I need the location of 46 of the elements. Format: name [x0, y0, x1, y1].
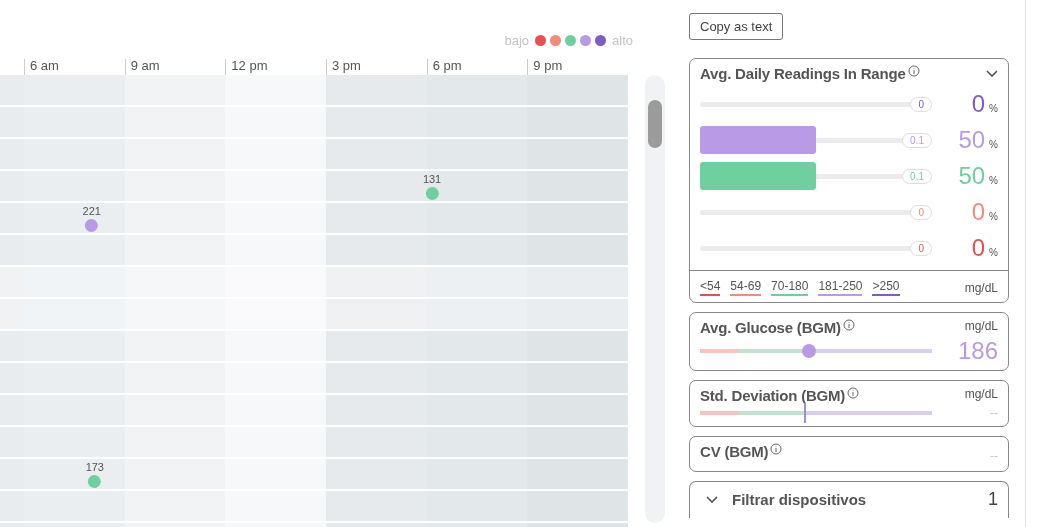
- card-title: Avg. Daily Readings In Range: [700, 65, 906, 82]
- value-pill: 0: [910, 240, 932, 256]
- percent-unit: %: [989, 211, 998, 222]
- percent-value: 0: [971, 199, 986, 225]
- chevron-icon[interactable]: [706, 495, 718, 504]
- percent-value: 0: [971, 91, 986, 117]
- device-filter[interactable]: Filtrar dispositivos 1: [689, 481, 1009, 518]
- range-label: 181-250: [818, 279, 863, 296]
- value-pill: 0.1: [902, 132, 932, 148]
- percent-value: 50: [958, 163, 986, 189]
- empty-value: --: [990, 448, 998, 463]
- card-title: Std. Deviation (BGM): [700, 387, 846, 404]
- percent-unit: %: [989, 103, 998, 114]
- chevron-icon[interactable]: [986, 70, 998, 78]
- value-pill: 0: [910, 204, 932, 220]
- percent-unit: %: [989, 139, 998, 150]
- unit-label: mg/dL: [964, 387, 998, 401]
- info-icon: [842, 319, 855, 331]
- range-label: 54-69: [730, 279, 762, 296]
- reading-value: 131: [422, 173, 442, 185]
- info-icon: [907, 65, 920, 77]
- device-count: 1: [988, 489, 998, 510]
- percent-value: 50: [958, 127, 986, 153]
- reading-value: 173: [85, 461, 104, 473]
- percent-unit: %: [989, 175, 998, 186]
- unit-label: mg/dL: [964, 280, 998, 295]
- percent-value: 0: [971, 235, 986, 261]
- empty-value: --: [990, 406, 998, 420]
- stat-value: 186: [957, 338, 998, 364]
- info-icon: [847, 387, 860, 399]
- scrollbar[interactable]: [645, 75, 665, 523]
- range-label: 70-180: [771, 279, 809, 296]
- legend-label: alto: [612, 32, 633, 48]
- legend-label: bajo: [504, 32, 530, 48]
- reading-value: 221: [82, 205, 101, 217]
- value-pill: 0.1: [902, 168, 932, 184]
- copy-button[interactable]: Copy as text: [689, 13, 784, 40]
- card-title: Avg. Glucose (BGM): [700, 319, 841, 336]
- card-title: CV (BGM): [700, 443, 769, 460]
- percent-unit: %: [989, 247, 998, 258]
- scroll-thumb[interactable]: [648, 100, 662, 148]
- range-label: <54: [700, 279, 721, 296]
- info-icon: [770, 443, 783, 455]
- range-label: >250: [872, 279, 900, 296]
- value-pill: 0: [910, 96, 932, 112]
- unit-label: mg/dL: [964, 319, 998, 333]
